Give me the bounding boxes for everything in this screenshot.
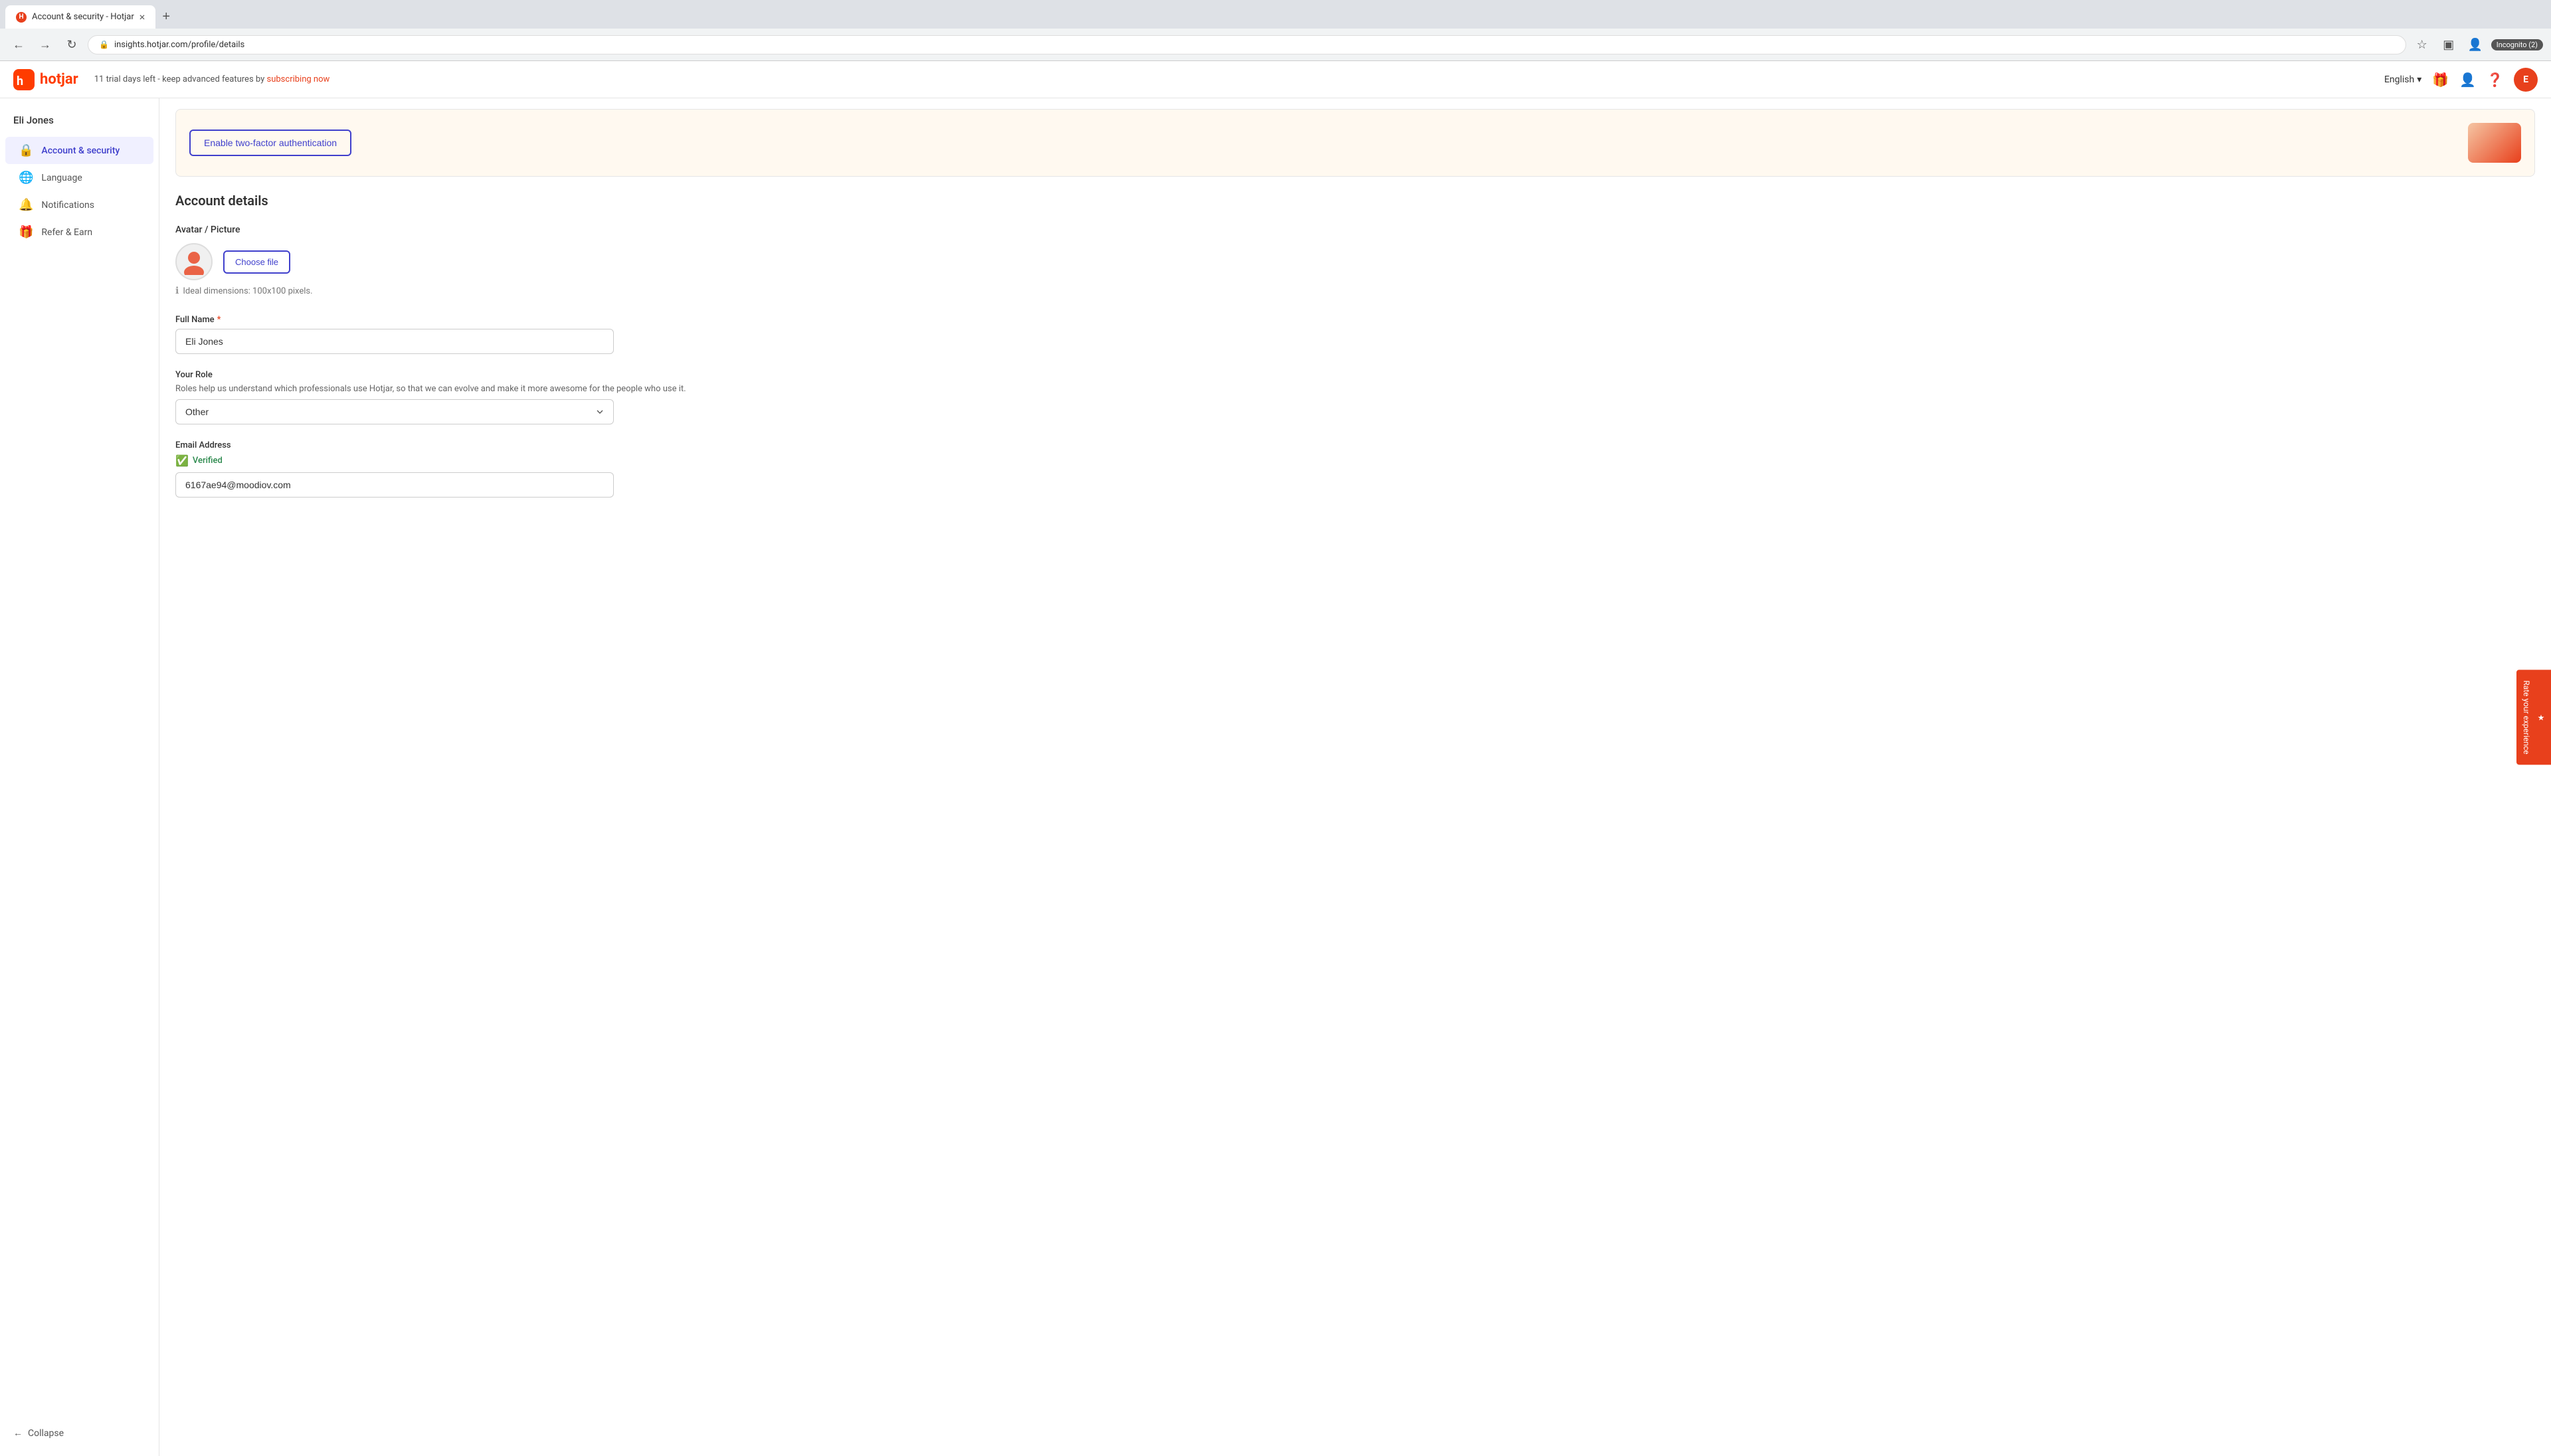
language-selector[interactable]: English ▾ bbox=[2384, 74, 2421, 85]
bookmark-button[interactable]: ☆ bbox=[2411, 34, 2433, 55]
email-field-group: Email Address ✅ Verified bbox=[175, 440, 2535, 498]
rate-experience-label: Rate your experience bbox=[2522, 680, 2531, 754]
refresh-button[interactable]: ↻ bbox=[61, 34, 82, 55]
check-circle-icon: ✅ bbox=[175, 454, 189, 467]
avatar-placeholder bbox=[175, 243, 213, 280]
verified-text: Verified bbox=[193, 456, 223, 466]
browser-controls: ← → ↻ 🔒 insights.hotjar.com/profile/deta… bbox=[0, 29, 2551, 61]
logo-icon: h bbox=[13, 69, 35, 90]
subscribing-link[interactable]: subscribing now bbox=[267, 74, 330, 84]
role-select[interactable]: Other bbox=[175, 399, 614, 424]
sidebar-item-label: Refer & Earn bbox=[41, 227, 92, 238]
two-factor-card: Enable two-factor authentication bbox=[175, 109, 2535, 177]
sidebar: Eli Jones 🔒 Account & security 🌐 Languag… bbox=[0, 98, 159, 1456]
tab-bar: H Account & security - Hotjar × + bbox=[0, 0, 2551, 29]
tab-favicon: H bbox=[16, 12, 27, 23]
card-illustration bbox=[2468, 123, 2521, 163]
sidebar-item-language[interactable]: 🌐 Language bbox=[5, 164, 153, 191]
gift-icon[interactable]: 🎁 bbox=[2432, 72, 2449, 88]
enable-2fa-button[interactable]: Enable two-factor authentication bbox=[189, 130, 351, 156]
globe-icon: 🌐 bbox=[19, 171, 33, 185]
collapse-icon: ← bbox=[13, 1427, 23, 1439]
sidebar-collapse-button[interactable]: ← Collapse bbox=[0, 1421, 159, 1445]
sidebar-item-refer-earn[interactable]: 🎁 Refer & Earn bbox=[5, 219, 153, 246]
trial-text: 11 trial days left - keep advanced featu… bbox=[94, 74, 265, 84]
logo[interactable]: h hotjar bbox=[13, 69, 78, 90]
reader-mode-button[interactable]: ▣ bbox=[2438, 34, 2459, 55]
avatar-hint: ℹ Ideal dimensions: 100x100 pixels. bbox=[175, 286, 2535, 296]
help-icon[interactable]: ❓ bbox=[2487, 72, 2503, 88]
new-tab-button[interactable]: + bbox=[158, 5, 174, 29]
section-title: Account details bbox=[175, 187, 2535, 209]
avatar-initial: E bbox=[2523, 74, 2528, 85]
role-description: Roles help us understand which professio… bbox=[175, 384, 2535, 394]
forward-button[interactable]: → bbox=[35, 34, 56, 55]
active-tab[interactable]: H Account & security - Hotjar × bbox=[5, 5, 155, 29]
choose-file-button[interactable]: Choose file bbox=[223, 250, 290, 274]
account-details-section: Account details Avatar / Picture Choose … bbox=[159, 187, 2551, 529]
content-area: Enable two-factor authentication Account… bbox=[159, 98, 2551, 1456]
browser-actions: ☆ ▣ 👤 Incognito (2) bbox=[2411, 34, 2543, 55]
required-mark: * bbox=[217, 315, 221, 325]
sidebar-item-label: Notifications bbox=[41, 200, 94, 211]
browser-chrome: H Account & security - Hotjar × + ← → ↻ … bbox=[0, 0, 2551, 61]
rate-experience-tab[interactable]: ★ Rate your experience bbox=[2516, 670, 2551, 765]
sidebar-item-label: Account & security bbox=[41, 145, 120, 156]
sidebar-user-name: Eli Jones bbox=[0, 109, 159, 137]
app-header: h hotjar 11 trial days left - keep advan… bbox=[0, 61, 2551, 98]
add-user-icon[interactable]: 👤 bbox=[2459, 72, 2476, 88]
svg-text:h: h bbox=[17, 74, 23, 88]
avatar-section: Avatar / Picture Choose file ℹ Ideal dim… bbox=[175, 225, 2535, 296]
logo-text: hotjar bbox=[40, 71, 78, 88]
tab-close-button[interactable]: × bbox=[140, 11, 145, 23]
full-name-label: Full Name * bbox=[175, 315, 2535, 325]
avatar-hint-text: Ideal dimensions: 100x100 pixels. bbox=[183, 286, 312, 296]
full-name-field-group: Full Name * bbox=[175, 315, 2535, 354]
info-icon: ℹ bbox=[175, 286, 179, 296]
address-bar[interactable]: 🔒 insights.hotjar.com/profile/details bbox=[88, 35, 2406, 54]
sidebar-item-account-security[interactable]: 🔒 Account & security bbox=[5, 137, 153, 164]
person-icon bbox=[181, 248, 207, 275]
user-avatar[interactable]: E bbox=[2514, 68, 2538, 92]
lock-icon: 🔒 bbox=[19, 143, 33, 157]
verified-badge: ✅ Verified bbox=[175, 454, 2535, 467]
email-input[interactable] bbox=[175, 472, 614, 498]
back-button[interactable]: ← bbox=[8, 34, 29, 55]
tab-title: Account & security - Hotjar bbox=[32, 12, 134, 22]
trial-banner: 11 trial days left - keep advanced featu… bbox=[94, 74, 330, 84]
avatar-label: Avatar / Picture bbox=[175, 225, 2535, 235]
main-layout: Eli Jones 🔒 Account & security 🌐 Languag… bbox=[0, 98, 2551, 1456]
sidebar-item-label: Language bbox=[41, 173, 82, 183]
account-button[interactable]: 👤 bbox=[2465, 34, 2486, 55]
role-label: Your Role bbox=[175, 370, 2535, 380]
address-text: insights.hotjar.com/profile/details bbox=[114, 40, 244, 50]
rate-star-icon: ★ bbox=[2536, 713, 2546, 722]
chevron-down-icon: ▾ bbox=[2417, 74, 2421, 85]
incognito-badge: Incognito (2) bbox=[2491, 39, 2543, 50]
collapse-label: Collapse bbox=[28, 1428, 64, 1439]
full-name-input[interactable] bbox=[175, 329, 614, 354]
sidebar-item-notifications[interactable]: 🔔 Notifications bbox=[5, 191, 153, 219]
header-actions: English ▾ 🎁 👤 ❓ E bbox=[2384, 68, 2538, 92]
avatar-row: Choose file bbox=[175, 243, 2535, 280]
email-label: Email Address bbox=[175, 440, 2535, 450]
lang-label: English bbox=[2384, 74, 2414, 85]
bell-icon: 🔔 bbox=[19, 198, 33, 212]
lock-icon: 🔒 bbox=[99, 40, 109, 49]
role-field-group: Your Role Roles help us understand which… bbox=[175, 370, 2535, 424]
gift-icon: 🎁 bbox=[19, 225, 33, 239]
